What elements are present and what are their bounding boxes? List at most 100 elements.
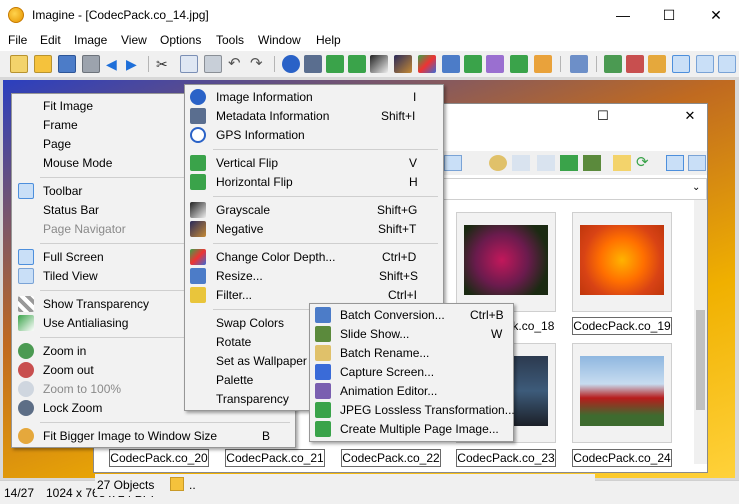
cut-icon[interactable]: ✂ — [156, 55, 174, 73]
undo-icon[interactable]: ↶ — [228, 55, 246, 73]
batch-conversion-icon — [315, 307, 331, 323]
tools-menu-item[interactable]: Batch Rename... — [310, 344, 513, 363]
image-menu-item[interactable]: Vertical Flip V — [185, 154, 443, 173]
thumbnail-caption: CodecPack.co_19 — [572, 317, 672, 335]
gps-icon — [190, 127, 206, 143]
color-depth-icon — [190, 249, 206, 265]
minimize-button[interactable]: — — [600, 0, 646, 30]
image-menu-item[interactable]: Metadata Information Shift+I — [185, 107, 443, 126]
tools-menu-item[interactable]: JPEG Lossless Transformation... — [310, 401, 515, 420]
menu-tools[interactable]: Tools — [216, 33, 244, 47]
preview-icon[interactable] — [512, 155, 530, 171]
object-count: 27 Objects — [97, 478, 155, 492]
tools-menu-item[interactable]: Batch Conversion... Ctrl+B — [310, 306, 513, 325]
app-icon — [8, 7, 24, 23]
menu-help[interactable]: Help — [316, 33, 341, 47]
thumbnail-image — [464, 225, 548, 295]
image-menu-item[interactable]: Change Color Depth... Ctrl+D — [185, 248, 443, 267]
image-menu-item[interactable]: Negative Shift+T — [185, 220, 443, 239]
image-menu-item[interactable]: GPS Information — [185, 126, 443, 145]
tools-menu-item[interactable]: Animation Editor... — [310, 382, 513, 401]
browser-close-button[interactable]: ✕ — [669, 104, 711, 130]
browser-maximize-button[interactable]: ☐ — [582, 104, 624, 130]
thumbnail-19[interactable] — [572, 212, 672, 312]
horizontal-flip-icon[interactable] — [348, 55, 366, 73]
tools-menu-item[interactable]: Capture Screen... — [310, 363, 513, 382]
thumbnail-image — [580, 225, 664, 295]
menu-view[interactable]: View — [121, 33, 147, 47]
slideshow-icon[interactable] — [489, 155, 507, 171]
menu-window[interactable]: Window — [258, 33, 301, 47]
cascade-icon[interactable] — [718, 55, 736, 73]
previous-icon[interactable]: ◀ — [106, 55, 124, 73]
redo-icon[interactable]: ↷ — [250, 55, 268, 73]
image-menu-item[interactable]: Grayscale Shift+G — [185, 201, 443, 220]
view-menu-item[interactable]: Fit Bigger Image to Window Size B — [12, 427, 295, 446]
menu-options[interactable]: Options — [160, 33, 201, 47]
zoom-fit-icon[interactable] — [648, 55, 666, 73]
grayscale-icon — [190, 202, 206, 218]
thumbnail-icon[interactable] — [537, 155, 555, 171]
zoom-out-icon — [18, 362, 34, 378]
zoom-out-icon[interactable] — [626, 55, 644, 73]
scrollbar-thumb[interactable] — [696, 310, 705, 410]
save-icon[interactable] — [58, 55, 76, 73]
thumbnail-18[interactable] — [456, 212, 556, 312]
folder-icon[interactable] — [34, 55, 52, 73]
jpeg-icon — [315, 402, 331, 418]
view-icon[interactable] — [560, 155, 578, 171]
wand-icon[interactable] — [570, 55, 588, 73]
capture-screen-icon — [315, 364, 331, 380]
thumbnail-caption: CodecPack.co_24 — [572, 449, 672, 467]
photo-icon[interactable] — [583, 155, 601, 171]
menu-image[interactable]: Image — [74, 33, 107, 47]
resize-icon[interactable] — [442, 55, 460, 73]
vertical-flip-icon[interactable] — [326, 55, 344, 73]
tile-icon[interactable] — [696, 55, 714, 73]
crop-icon[interactable] — [510, 55, 528, 73]
thumbnail-image — [580, 356, 664, 426]
copy-icon[interactable] — [180, 55, 198, 73]
metadata-icon[interactable] — [304, 55, 322, 73]
menu-edit[interactable]: Edit — [40, 33, 61, 47]
thumbnail-24[interactable] — [572, 343, 672, 443]
maximize-button[interactable]: ☐ — [646, 0, 692, 30]
thumbnail-caption: CodecPack.co_23 — [456, 449, 556, 467]
next-icon[interactable]: ▶ — [126, 55, 144, 73]
image-menu-item[interactable]: Image Information I — [185, 88, 443, 107]
metadata-icon — [190, 108, 206, 124]
vertical-scrollbar[interactable] — [694, 200, 707, 464]
negative-icon[interactable] — [394, 55, 412, 73]
grayscale-icon[interactable] — [370, 55, 388, 73]
tools-menu-item[interactable]: Create Multiple Page Image... — [310, 420, 513, 439]
thumbnail-caption: CodecPack.co_22 — [341, 449, 441, 467]
menu-bar: File Edit Image View Options Tools Windo… — [0, 30, 739, 51]
batch-rename-icon — [315, 345, 331, 361]
color-depth-icon[interactable] — [418, 55, 436, 73]
animation-editor-icon — [315, 383, 331, 399]
thumbnail-caption: CodecPack.co_20 — [109, 449, 209, 467]
horizontal-flip-icon — [190, 174, 206, 190]
menu-file[interactable]: File — [8, 33, 27, 47]
list-view-icon[interactable] — [688, 155, 706, 171]
grid-view-icon[interactable] — [666, 155, 684, 171]
folder-up-icon[interactable] — [613, 155, 631, 171]
open-folder-icon[interactable] — [10, 55, 28, 73]
paste-icon[interactable] — [204, 55, 222, 73]
rotate-icon[interactable] — [464, 55, 482, 73]
image-menu-item[interactable]: Horizontal Flip H — [185, 173, 443, 192]
details-view-icon[interactable] — [444, 155, 462, 171]
tools-menu-item[interactable]: Slide Show... W — [310, 325, 513, 344]
browser-status: 27 Objects .. — [95, 474, 595, 496]
zoom-in-icon[interactable] — [604, 55, 622, 73]
filter-icon[interactable] — [486, 55, 504, 73]
main-toolbar: ◀ ▶ ✂ ↶ ↷ — [0, 51, 739, 78]
effects-icon[interactable] — [534, 55, 552, 73]
image-menu-item[interactable]: Resize... Shift+S — [185, 267, 443, 286]
print-icon[interactable] — [82, 55, 100, 73]
refresh-icon[interactable]: ⟳ — [636, 155, 654, 171]
info-icon[interactable] — [282, 55, 300, 73]
close-button[interactable]: ✕ — [693, 0, 739, 30]
resize-icon — [190, 268, 206, 284]
view-mode-icon[interactable] — [672, 55, 690, 73]
